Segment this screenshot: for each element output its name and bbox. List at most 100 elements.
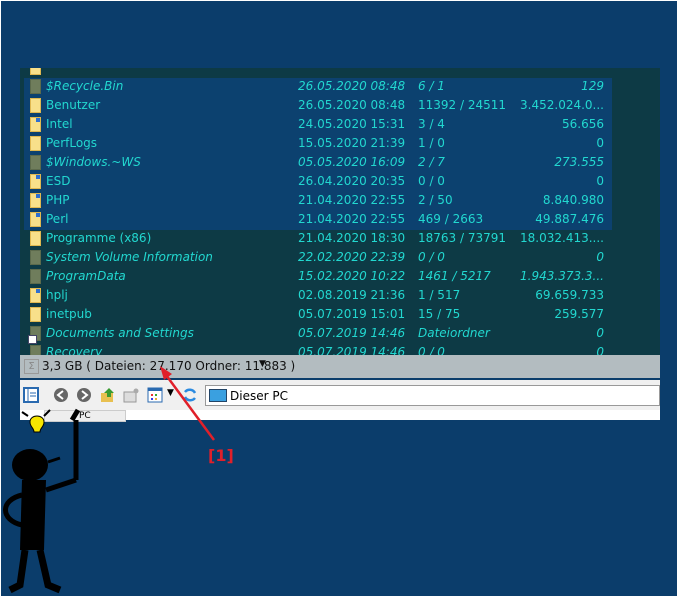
- folder-icon: [30, 136, 41, 151]
- item-name: Intel: [46, 117, 73, 131]
- item-name: ESD: [46, 174, 71, 188]
- folder-icon: [30, 193, 41, 208]
- file-list[interactable]: $Recycle.Bin 26.05.2020 08:48 6 / 1 129 Benu…: [20, 68, 660, 355]
- list-item[interactable]: $Recycle.Bin 26.05.2020 08:48 6 / 1 129: [20, 77, 660, 96]
- item-count: 11392 / 24511: [418, 98, 507, 112]
- item-size: 129: [581, 79, 604, 93]
- item-count: 0 / 0: [418, 174, 445, 188]
- marker-icon: [36, 194, 40, 198]
- folder-icon: [30, 212, 41, 227]
- item-count: 3 / 4: [418, 117, 445, 131]
- list-item[interactable]: $Windows.~WS 05.05.2020 16:09 2 / 7 273.555: [20, 153, 660, 172]
- view-dropdown-icon[interactable]: ▼: [167, 388, 174, 398]
- folder-icon: [30, 98, 41, 113]
- sigma-icon: Σ: [24, 359, 39, 374]
- item-date: 02.08.2019 21:36: [298, 288, 406, 302]
- item-name: ProgramData: [46, 269, 126, 283]
- folder-icon: [30, 345, 41, 355]
- item-count: Dateiordner: [418, 326, 490, 340]
- list-item[interactable]: inetpub 05.07.2019 15:01 15 / 75 259.577: [20, 305, 660, 324]
- list-item[interactable]: Documents and Settings 05.07.2019 14:46 Da…: [20, 324, 660, 344]
- address-text: Dieser PC: [230, 389, 288, 403]
- list-item[interactable]: Intel 24.05.2020 15:31 3 / 4 56.656: [20, 115, 660, 134]
- folder-icon: [30, 288, 41, 303]
- item-name: Perl: [46, 212, 69, 226]
- list-item[interactable]: ProgramData 15.02.2020 10:22 1461 / 5217 1.…: [20, 267, 660, 286]
- item-size: 8.840.980: [542, 193, 604, 207]
- item-date: 22.02.2020 22:39: [298, 250, 406, 264]
- list-item[interactable]: Perl 21.04.2020 22:55 469 / 2663 49.887.476: [20, 210, 660, 229]
- item-size: 0: [596, 326, 604, 340]
- item-date: 05.07.2019 15:01: [298, 307, 406, 321]
- item-count: 2 / 50: [418, 193, 453, 207]
- item-date: 26.05.2020 08:48: [298, 98, 406, 112]
- folder-icon: [30, 117, 41, 132]
- item-count: 2 / 7: [418, 155, 445, 169]
- item-count: 0 / 0: [418, 345, 445, 355]
- item-count: 0 / 0: [418, 250, 445, 264]
- item-size: 0: [596, 345, 604, 355]
- item-size: 0: [596, 174, 604, 188]
- item-date: 15.02.2020 10:22: [298, 269, 406, 283]
- item-size: 69.659.733: [535, 288, 604, 302]
- status-dropdown-icon[interactable]: ▼: [259, 359, 266, 369]
- item-count: 6 / 1: [418, 79, 445, 93]
- marker-icon: [36, 175, 40, 179]
- item-date: 21.04.2020 18:30: [298, 231, 406, 245]
- item-name: inetpub: [46, 307, 92, 321]
- item-size: 18.032.413....: [520, 231, 604, 245]
- item-date: 05.05.2020 16:09: [298, 155, 406, 169]
- item-count: 469 / 2663: [418, 212, 484, 226]
- list-item[interactable]: PerfLogs 15.05.2020 21:39 1 / 0 0: [20, 134, 660, 153]
- item-name: System Volume Information: [46, 250, 213, 264]
- status-bar: Σ 3,3 GB ( Dateien: 27.170 Ordner: 11.88…: [20, 355, 660, 378]
- folder-icon: [30, 68, 41, 75]
- folder-icon: [30, 269, 41, 284]
- item-count: 18763 / 73791: [418, 231, 507, 245]
- list-item[interactable]: System Volume Information 22.02.2020 22:3…: [20, 248, 660, 267]
- view-mode-icon[interactable]: [147, 387, 163, 403]
- item-size: 3.452.024.0...: [520, 98, 604, 112]
- new-folder-icon[interactable]: [123, 387, 139, 403]
- folder-icon: [30, 250, 41, 265]
- item-date: 21.04.2020 22:55: [298, 193, 406, 207]
- list-item-clipped[interactable]: [20, 68, 660, 77]
- item-date: 26.05.2020 08:48: [298, 79, 406, 93]
- item-name: $Recycle.Bin: [46, 79, 124, 93]
- computer-icon: [209, 389, 227, 402]
- item-name: Documents and Settings: [46, 326, 194, 340]
- folder-icon: [30, 307, 41, 322]
- list-item[interactable]: Recovery 05.07.2019 14:46 0 / 0 0: [20, 343, 660, 355]
- item-date: 24.05.2020 15:31: [298, 117, 406, 131]
- item-name: Recovery: [46, 345, 103, 355]
- item-name: PHP: [46, 193, 70, 207]
- marker-icon: [36, 213, 40, 217]
- stick-figure-illustration: [3, 408, 81, 594]
- item-name: $Windows.~WS: [46, 155, 141, 169]
- item-count: 15 / 75: [418, 307, 461, 321]
- item-size: 56.656: [562, 117, 604, 131]
- item-size: 49.887.476: [535, 212, 604, 226]
- address-bar[interactable]: Dieser PC: [205, 385, 660, 406]
- annotation-label: [1]: [208, 446, 234, 465]
- item-name: Programme (x86): [46, 231, 152, 245]
- item-name: PerfLogs: [46, 136, 98, 150]
- folder-icon: [30, 174, 41, 189]
- item-date: 05.07.2019 14:46: [298, 326, 406, 340]
- folder-icon: [30, 155, 41, 170]
- item-size: 0: [596, 136, 604, 150]
- list-item[interactable]: Programme (x86) 21.04.2020 18:30 18763 / 7…: [20, 229, 660, 248]
- list-item[interactable]: hplj 02.08.2019 21:36 1 / 517 69.659.733: [20, 286, 660, 305]
- item-size: 0: [596, 250, 604, 264]
- list-item[interactable]: PHP 21.04.2020 22:55 2 / 50 8.840.980: [20, 191, 660, 210]
- list-item[interactable]: ESD 26.04.2020 20:35 0 / 0 0: [20, 172, 660, 191]
- refresh-icon[interactable]: [182, 387, 198, 403]
- list-item[interactable]: Benutzer 26.05.2020 08:48 11392 / 24511 3.4…: [20, 96, 660, 115]
- item-count: 1 / 517: [418, 288, 461, 302]
- item-name: Benutzer: [46, 98, 101, 112]
- marker-icon: [36, 118, 40, 122]
- folder-icon: [30, 231, 41, 246]
- status-summary: 3,3 GB ( Dateien: 27.170 Ordner: 11.883 …: [42, 359, 296, 373]
- item-count: 1461 / 5217: [418, 269, 491, 283]
- item-size: 1.943.373.3...: [520, 269, 604, 283]
